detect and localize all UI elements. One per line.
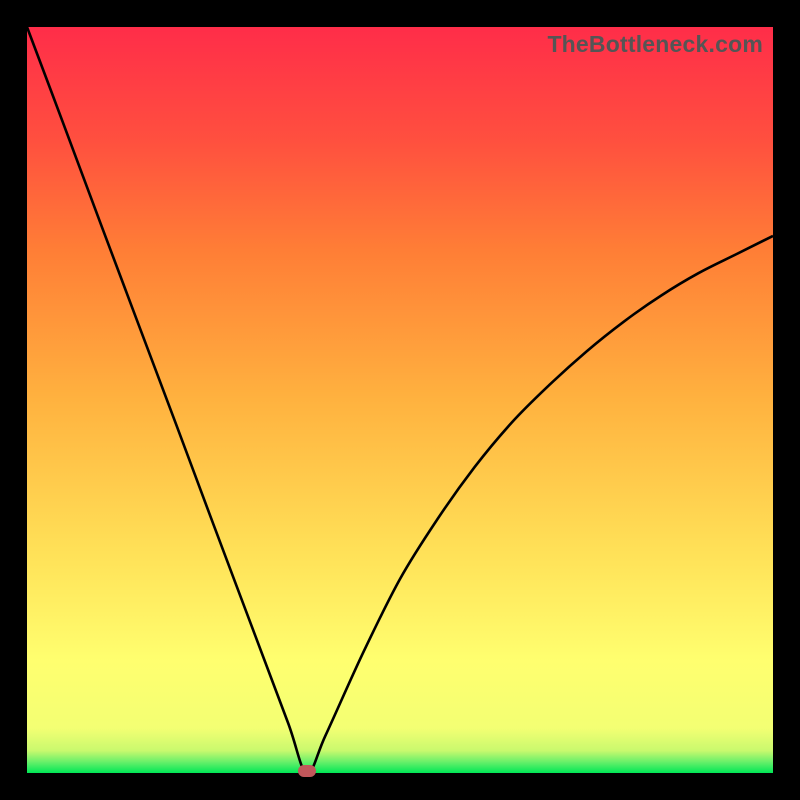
chart-frame: TheBottleneck.com — [0, 0, 800, 800]
bottleneck-curve — [27, 27, 773, 773]
plot-area: TheBottleneck.com — [27, 27, 773, 773]
minimum-marker — [298, 765, 316, 777]
